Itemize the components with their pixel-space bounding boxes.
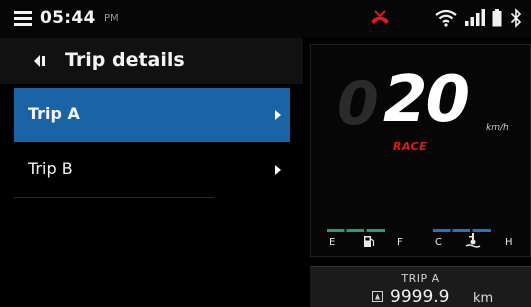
list-divider: [14, 197, 214, 198]
temp-hot-label: H: [505, 237, 513, 248]
chevron-right-icon: [275, 165, 281, 175]
temp-cold-label: C: [435, 237, 442, 248]
trip-distance-value: 9999.9: [390, 287, 450, 307]
trip-box-title: TRIP A: [401, 272, 440, 285]
speed-ghost-digits: 0: [337, 69, 379, 139]
battery-icon: [492, 9, 502, 27]
speed-value: 20: [383, 63, 470, 137]
wifi-icon: [435, 9, 457, 27]
trip-odometer-box: TRIP A 9999.9 km: [310, 266, 531, 307]
fuel-full-label: F: [397, 237, 403, 248]
clock-time: 05:44: [40, 8, 96, 28]
status-bar: 05:44 PM: [0, 0, 531, 38]
coolant-temp-icon: [465, 233, 481, 248]
speedometer: 0 20 km/h RACE E F C H: [310, 44, 531, 257]
signal-icon: [465, 9, 485, 26]
trip-b-label: Trip B: [28, 159, 73, 178]
trip-b-item[interactable]: Trip B: [14, 143, 290, 197]
page-title: Trip details: [65, 49, 185, 71]
trip-a-label: Trip A: [28, 104, 80, 123]
trip-distance-unit: km: [473, 291, 494, 306]
speed-unit: km/h: [486, 123, 509, 133]
trip-menu-panel: Trip details Trip A Trip B: [0, 38, 303, 307]
odometer-icon: [372, 291, 383, 302]
trip-a-item[interactable]: Trip A: [14, 88, 290, 142]
missed-call-icon: [371, 10, 389, 24]
temperature-gauge-bar: [433, 229, 491, 232]
menu-icon[interactable]: [14, 11, 32, 26]
fuel-empty-label: E: [329, 237, 336, 248]
back-arrow-icon[interactable]: [32, 53, 48, 69]
clock-ampm: PM: [104, 13, 119, 24]
bluetooth-icon: [510, 8, 522, 28]
fuel-gauge-bar: [327, 229, 385, 232]
ride-mode: RACE: [393, 140, 428, 153]
trip-menu-header: Trip details: [0, 38, 303, 84]
fuel-pump-icon: [364, 236, 375, 247]
dashboard-screen: 05:44 PM Trip details Trip A Trip B 0 20…: [0, 0, 531, 307]
chevron-right-icon: [275, 110, 281, 120]
